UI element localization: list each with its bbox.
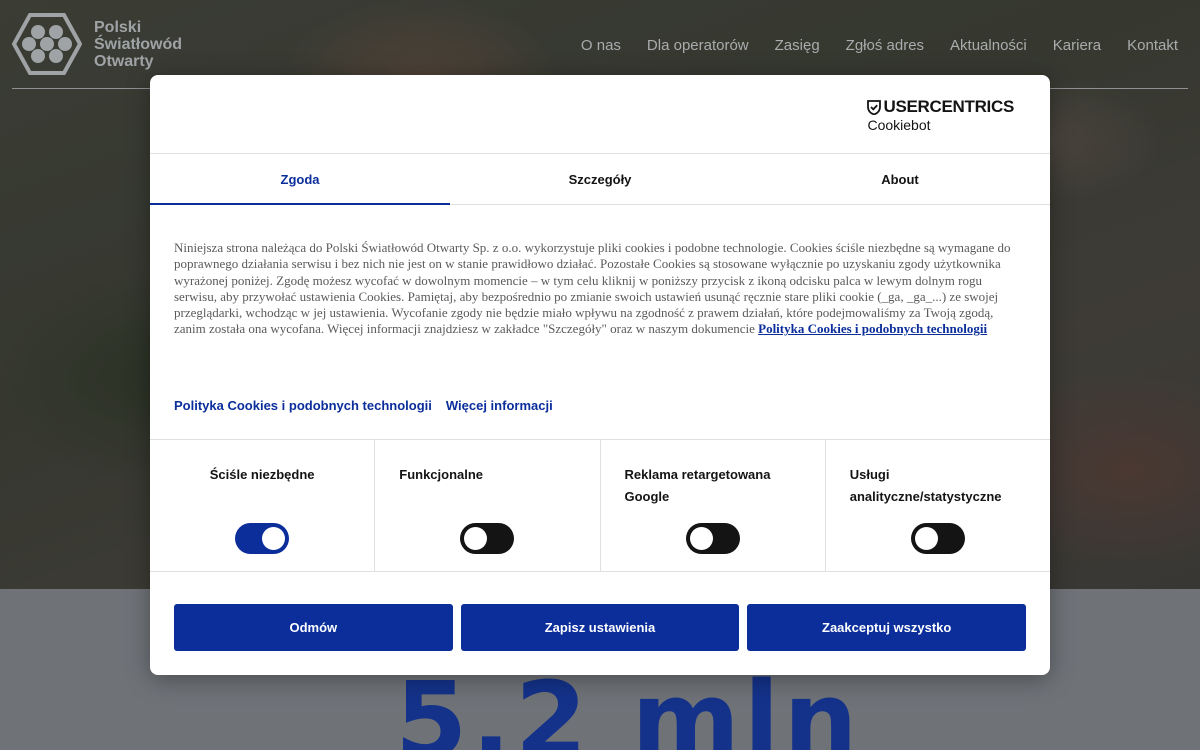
tab-szczegoly[interactable]: Szczegóły: [450, 154, 750, 204]
consent-categories: Ściśle niezbędne Funkcjonalne Reklama re…: [150, 439, 1050, 572]
category-necessary: Ściśle niezbędne: [150, 440, 376, 571]
analytics-toggle[interactable]: [910, 523, 965, 554]
toggle-knob: [914, 527, 938, 550]
toggle-knob: [262, 527, 285, 550]
category-functional: Funkcjonalne: [375, 440, 601, 571]
brand-product: Cookiebot: [867, 117, 931, 133]
category-label: Ściśle niezbędne: [209, 467, 315, 482]
retargeting-toggle[interactable]: [685, 523, 740, 554]
consent-actions: Odmów Zapisz ustawienia Zaakceptuj wszys…: [174, 604, 1027, 651]
accept-all-button[interactable]: Zaakceptuj wszystko: [747, 604, 1027, 651]
category-label: Reklama retargetowana Google: [624, 467, 771, 504]
functional-toggle[interactable]: [460, 523, 515, 554]
tab-zgoda[interactable]: Zgoda: [150, 154, 450, 205]
category-retargeting: Reklama retargetowana Google: [601, 440, 826, 571]
category-analytics: Usługi analityczne/statystyczne: [826, 440, 1050, 571]
toggle-knob: [689, 527, 713, 550]
brand-title-row: USERCENTRICS: [867, 98, 1014, 116]
necessary-toggle[interactable]: [235, 523, 289, 554]
consent-description: Niniejsza strona należąca do Polski Świa…: [174, 240, 1026, 338]
more-info-link[interactable]: Więcej informacji: [446, 398, 553, 413]
cookie-consent-dialog: USERCENTRICS Cookiebot Zgoda Szczegóły A…: [150, 75, 1050, 675]
consent-tabs: Zgoda Szczegóły About: [150, 153, 1050, 205]
usercentrics-brand: USERCENTRICS Cookiebot: [867, 98, 1014, 134]
cookie-policy-link[interactable]: Polityka Cookies i podobnych technologii: [174, 398, 432, 413]
brand-name: USERCENTRICS: [883, 97, 1014, 116]
consent-links: Polityka Cookies i podobnych technologii…: [174, 398, 553, 413]
save-settings-button[interactable]: Zapisz ustawienia: [460, 604, 740, 651]
deny-button[interactable]: Odmów: [174, 604, 453, 651]
toggle-knob: [464, 527, 488, 550]
cookie-policy-inline-link[interactable]: Polityka Cookies i podobnych technologii: [758, 321, 987, 336]
tab-about[interactable]: About: [750, 154, 1050, 204]
category-label: Usługi analityczne/statystyczne: [849, 467, 1002, 504]
category-label: Funkcjonalne: [399, 467, 484, 482]
shield-check-icon: [867, 99, 882, 115]
